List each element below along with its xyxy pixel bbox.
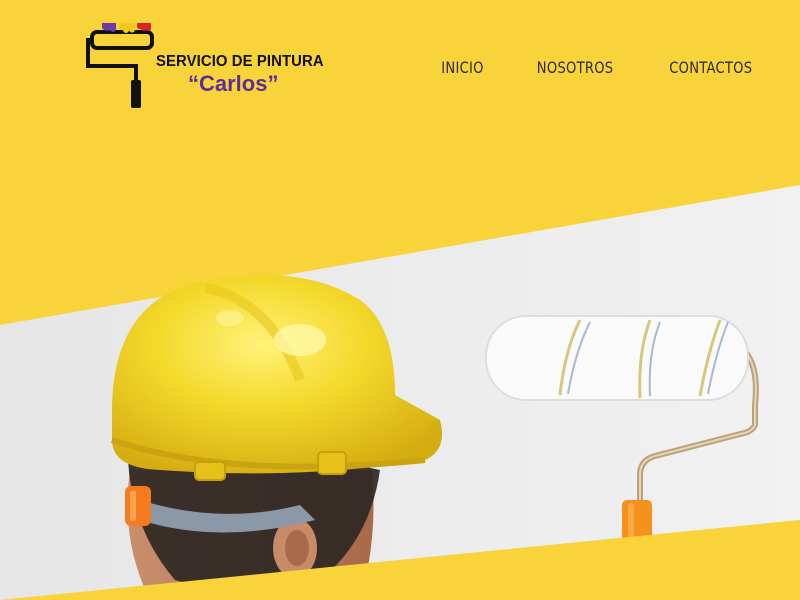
hero-photo — [0, 185, 800, 600]
